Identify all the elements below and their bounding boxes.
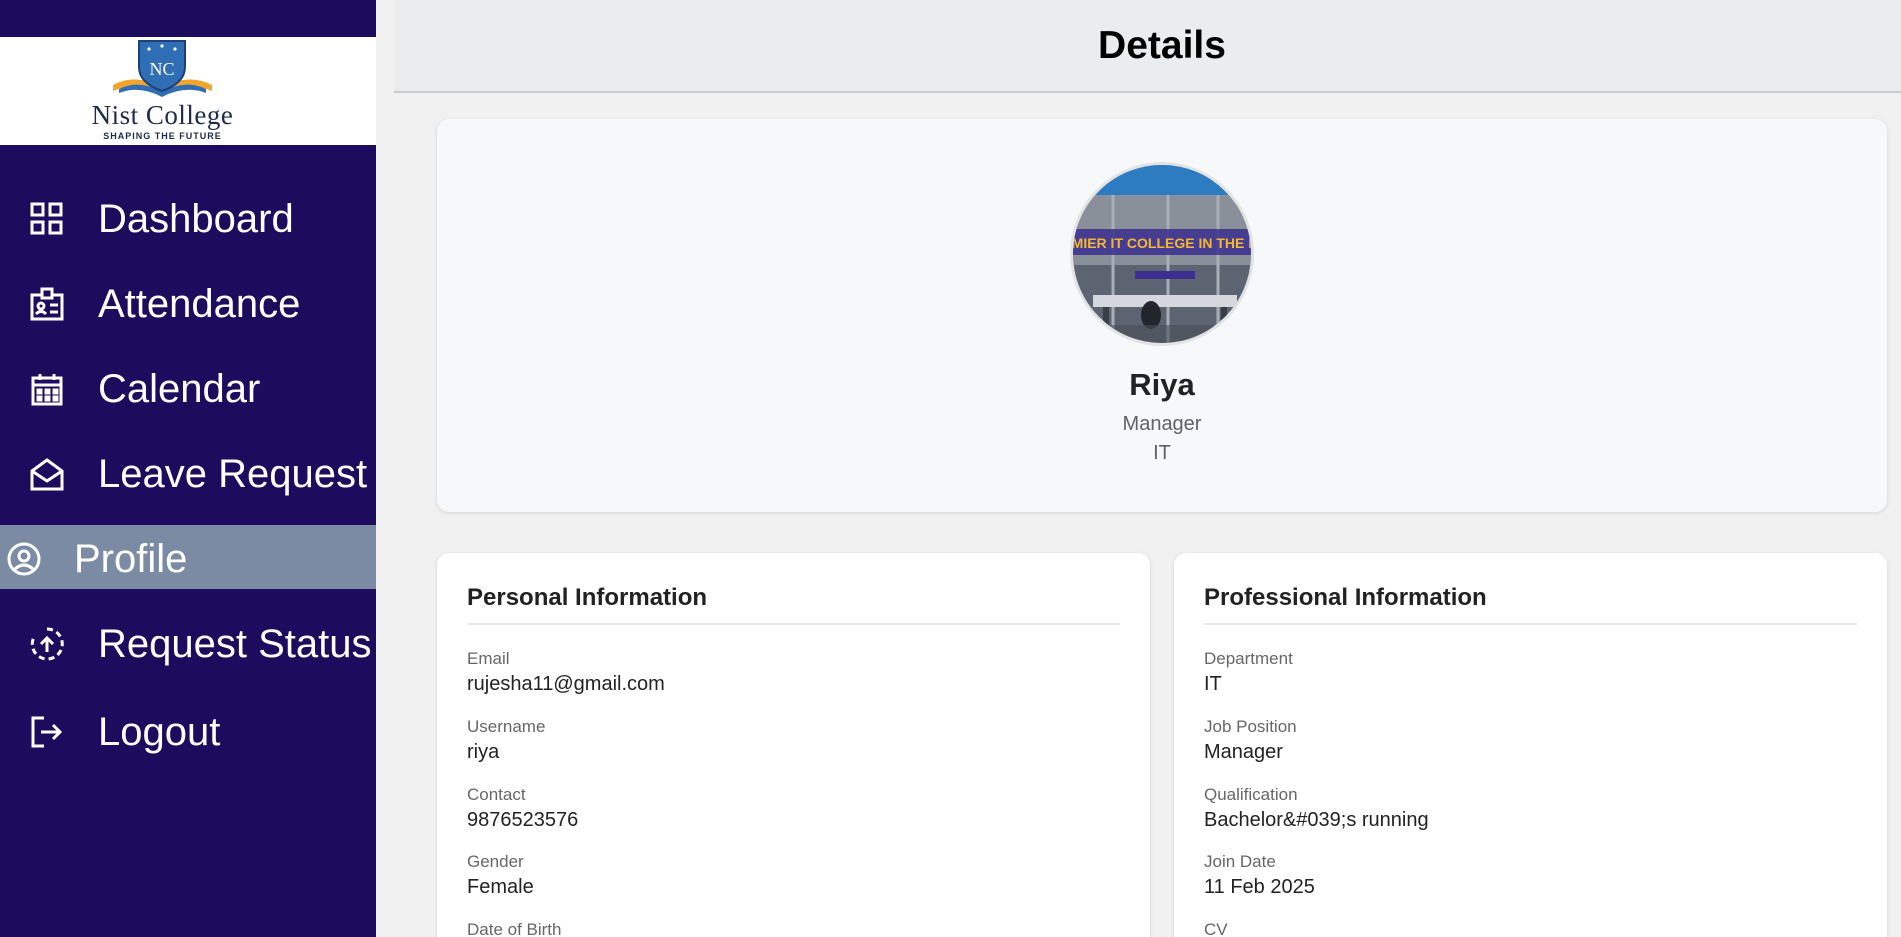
profile-name: Riya (1129, 367, 1195, 402)
field-value: Female (467, 876, 534, 898)
sidebar-item-logout[interactable]: Logout (0, 698, 376, 762)
section-divider (1204, 623, 1857, 625)
field-label: Job Position (1204, 717, 1297, 736)
sidebar-item-label: Dashboard (98, 197, 294, 241)
section-title: Professional Information (1204, 584, 1487, 611)
page-title: Details (1098, 24, 1226, 67)
field-label: Gender (467, 852, 524, 871)
profile-department: IT (1153, 442, 1171, 464)
field-value: 9876523576 (467, 809, 579, 831)
profile-card: MIER IT COLLEGE IN THE R Riya Manager IT (437, 119, 1887, 512)
college-tagline: SHAPING THE FUTURE (103, 131, 222, 141)
field-label: Department (1204, 649, 1293, 668)
sidebar-item-leave-request[interactable]: Leave Request (0, 440, 376, 504)
sidebar-item-calendar[interactable]: Calendar (0, 355, 376, 419)
mail-open-icon (30, 458, 64, 491)
qualification-field: Qualification Bachelor&#039;s running (1204, 785, 1429, 832)
user-circle-icon (7, 542, 41, 576)
field-value: Bachelor&#039;s running (1204, 809, 1429, 831)
section-divider (467, 623, 1120, 625)
department-field: Department IT (1204, 649, 1293, 696)
field-label: Date of Birth (467, 920, 562, 937)
cv-field: CV (1204, 920, 1228, 937)
svg-text:MIER IT COLLEGE IN THE R: MIER IT COLLEGE IN THE R (1073, 235, 1254, 251)
sidebar-item-label: Attendance (98, 282, 301, 326)
field-label: Username (467, 717, 546, 736)
contact-field: Contact 9876523576 (467, 785, 578, 832)
logout-icon (31, 716, 63, 748)
sidebar-item-request-status[interactable]: Request Status (0, 610, 376, 674)
sidebar-item-label: Profile (74, 537, 188, 581)
professional-information-card: Professional Information Department IT J… (1174, 553, 1887, 937)
college-logo: NC Nist College SHAPING THE FUTURE (0, 37, 376, 145)
field-label: Qualification (1204, 785, 1298, 804)
field-value: rujesha11@gmail.com (467, 673, 665, 695)
field-label: Contact (467, 785, 526, 804)
dashboard-grid-icon (30, 202, 63, 235)
sidebar-item-label: Request Status (98, 622, 372, 666)
sidebar: NC Nist College SHAPING THE FUTURE Dashb… (0, 0, 376, 937)
sidebar-item-label: Logout (98, 710, 221, 754)
gender-field: Gender Female (467, 852, 534, 899)
personal-information-card: Personal Information Email rujesha11@gma… (437, 553, 1150, 937)
sidebar-item-label: Leave Request (98, 452, 368, 496)
join-date-field: Join Date 11 Feb 2025 (1204, 852, 1315, 899)
upload-circle-icon (30, 627, 64, 661)
field-value: Manager (1204, 741, 1283, 763)
college-name: Nist College (91, 100, 234, 130)
field-label: Email (467, 649, 510, 668)
sidebar-item-label: Calendar (98, 367, 261, 411)
college-crest-icon: NC (113, 40, 212, 97)
sidebar-item-attendance[interactable]: Attendance (0, 270, 376, 334)
id-badge-icon (30, 287, 64, 321)
section-title: Personal Information (467, 584, 708, 611)
avatar: MIER IT COLLEGE IN THE R (1070, 162, 1254, 346)
field-label: Join Date (1204, 852, 1276, 871)
field-value: 11 Feb 2025 (1204, 876, 1315, 898)
field-value: IT (1204, 673, 1222, 695)
email-field: Email rujesha11@gmail.com (467, 649, 665, 696)
page-header: Details (394, 0, 1901, 93)
date-of-birth-field: Date of Birth (467, 920, 562, 937)
calendar-icon (31, 374, 63, 406)
svg-text:NC: NC (149, 59, 174, 79)
field-value: riya (467, 741, 500, 763)
sidebar-item-profile[interactable]: Profile (0, 525, 376, 589)
sidebar-item-dashboard[interactable]: Dashboard (0, 185, 376, 249)
profile-role: Manager (1122, 413, 1202, 435)
job-position-field: Job Position Manager (1204, 717, 1297, 764)
field-label: CV (1204, 920, 1228, 937)
username-field: Username riya (467, 717, 545, 764)
